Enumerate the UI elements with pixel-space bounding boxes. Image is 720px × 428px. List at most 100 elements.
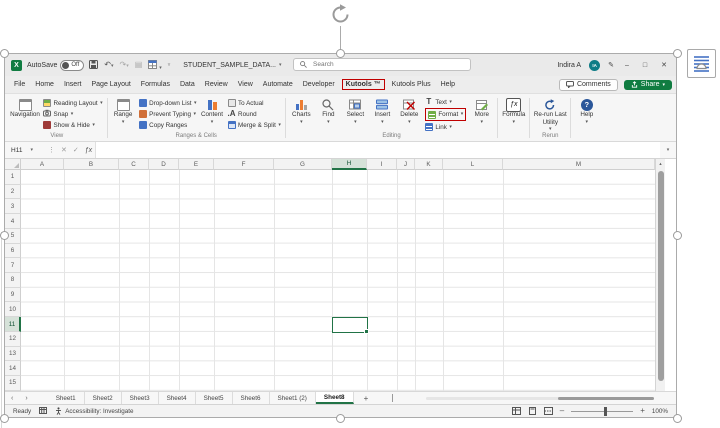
format-button[interactable]: Format [424, 108, 467, 121]
sheet-tab-sheet1[interactable]: Sheet1 [48, 392, 85, 404]
sheet-tab-sheet5[interactable]: Sheet5 [196, 392, 233, 404]
column-header-i[interactable]: I [367, 159, 397, 170]
row-header-10[interactable]: 10 [5, 302, 21, 318]
selection-handle-e[interactable] [672, 231, 682, 240]
column-header-g[interactable]: G [274, 159, 332, 170]
row-header-7[interactable]: 7 [5, 258, 21, 274]
close-button[interactable]: ✕ [658, 61, 670, 69]
formula-bar-expand-icon[interactable]: ▾ [660, 147, 676, 153]
page-break-view-icon[interactable] [543, 407, 553, 416]
ribbon-tab-automate[interactable]: Automate [258, 79, 298, 90]
range-button[interactable]: Range [110, 95, 137, 125]
fill-handle[interactable] [363, 328, 369, 334]
table-style-button[interactable]: ▾ [148, 59, 162, 71]
more-button[interactable]: More [468, 95, 495, 125]
sheet-tab-sheet3[interactable]: Sheet3 [122, 392, 159, 404]
horizontal-scrollbar-thumb[interactable] [558, 397, 654, 400]
document-title[interactable]: STUDENT_SAMPLE_DATA... ▾ [183, 62, 281, 69]
selection-handle-s[interactable] [336, 413, 345, 423]
ribbon-tab-view[interactable]: View [233, 79, 258, 90]
column-header-c[interactable]: C [119, 159, 149, 170]
selection-handle-sw[interactable] [0, 413, 9, 423]
macro-record-icon[interactable] [39, 406, 48, 416]
zoom-in-button[interactable]: + [640, 407, 645, 415]
redo-button[interactable]: ↷▾ [119, 61, 128, 70]
sheet-tab-sheet2[interactable]: Sheet2 [85, 392, 122, 404]
page-layout-view-icon[interactable] [528, 407, 537, 416]
sheet-tab-sheet4[interactable]: Sheet4 [159, 392, 196, 404]
sheet-tab-sheet1-2[interactable]: Sheet1 (2) [270, 392, 316, 404]
selection-handle-n[interactable] [336, 48, 345, 58]
column-header-l[interactable]: L [443, 159, 503, 170]
text-button[interactable]: T Text [425, 97, 466, 107]
normal-view-icon[interactable] [511, 407, 521, 416]
row-header-6[interactable]: 6 [5, 243, 21, 259]
link-button[interactable]: Link [424, 122, 466, 132]
insert-function-icon[interactable]: ƒx [82, 147, 95, 154]
qat-overflow-button[interactable]: ▿ [168, 62, 171, 68]
user-avatar[interactable]: IA [589, 59, 601, 71]
tab-scrollbar-splitter[interactable] [392, 394, 394, 402]
ribbon-tab-file[interactable]: File [9, 79, 30, 90]
new-sheet-button[interactable]: + [354, 394, 379, 403]
row-header-8[interactable]: 8 [5, 273, 21, 288]
active-cell-h11[interactable] [331, 316, 369, 334]
grid-body[interactable] [21, 170, 655, 391]
cancel-entry-icon[interactable]: ✕ [58, 146, 70, 154]
ribbon-tab-developer[interactable]: Developer [298, 79, 340, 90]
select-all-corner[interactable] [5, 159, 21, 170]
column-header-a[interactable]: A [21, 159, 64, 170]
ribbon-tab-data[interactable]: Data [175, 79, 200, 90]
confirm-entry-icon[interactable]: ✓ [70, 146, 82, 154]
ribbon-tab-help[interactable]: Help [436, 79, 460, 90]
sheet-tab-sheet8[interactable]: Sheet8 [315, 392, 354, 404]
row-header-11[interactable]: 11 [5, 317, 21, 332]
to-actual-button[interactable]: To Actual [227, 98, 281, 108]
column-header-e[interactable]: E [179, 159, 214, 170]
scroll-up-icon[interactable]: ▲ [656, 159, 665, 169]
zoom-level[interactable]: 100% [652, 408, 668, 415]
find-button[interactable]: Find [315, 95, 342, 125]
round-button[interactable]: .A Round [228, 109, 281, 119]
save-button[interactable] [89, 59, 99, 71]
minimize-button[interactable]: – [622, 62, 632, 69]
show-hide-button[interactable]: Show & Hide [43, 120, 103, 130]
row-header-12[interactable]: 12 [5, 331, 21, 347]
row-header-1[interactable]: 1 [5, 170, 21, 185]
merge-split-button[interactable]: Merge & Split [227, 120, 281, 130]
delete-button[interactable]: Delete [396, 95, 423, 125]
row-header-14[interactable]: 14 [5, 361, 21, 377]
column-header-d[interactable]: D [149, 159, 179, 170]
navigation-button[interactable]: Navigation [9, 95, 41, 119]
share-button[interactable]: Share ▾ [623, 79, 672, 90]
row-header-9[interactable]: 9 [5, 287, 21, 303]
rerun-last-utility-button[interactable]: Re-run Last Utility [532, 95, 568, 132]
drop-down-list-button[interactable]: Drop-down List [138, 98, 197, 108]
column-header-j[interactable]: J [397, 159, 415, 170]
user-name[interactable]: Indira A [557, 62, 581, 69]
row-header-4[interactable]: 4 [5, 214, 21, 229]
rotation-handle-icon[interactable] [330, 4, 351, 25]
zoom-out-button[interactable]: – [560, 407, 564, 415]
pen-icon[interactable]: ✎ [608, 61, 614, 69]
reading-layout-button[interactable]: Reading Layout [43, 98, 103, 108]
select-button[interactable]: Select [342, 95, 369, 125]
undo-button[interactable]: ↶▾ [104, 61, 113, 70]
autosave-toggle[interactable]: AutoSave Off [27, 59, 85, 71]
charts-button[interactable]: Charts [288, 95, 315, 125]
column-header-m[interactable]: M [503, 159, 655, 170]
selection-handle-nw[interactable] [0, 48, 9, 58]
help-button[interactable]: ? Help [573, 95, 600, 125]
row-header-3[interactable]: 3 [5, 199, 21, 215]
maximize-button[interactable]: □ [640, 62, 650, 69]
insert-button[interactable]: Insert [369, 95, 396, 125]
ribbon-tab-kutools-plus[interactable]: Kutools Plus [387, 79, 436, 90]
horizontal-scrollbar[interactable] [426, 397, 654, 400]
ribbon-tab-kutools[interactable]: Kutools ™ [341, 79, 385, 90]
search-input[interactable] [311, 60, 435, 69]
ribbon-tab-page-layout[interactable]: Page Layout [86, 79, 135, 90]
sheet-nav-left-icon[interactable]: ‹ [5, 395, 19, 402]
ribbon-tab-home[interactable]: Home [30, 79, 59, 90]
zoom-slider[interactable] [571, 406, 634, 416]
print-preview-button[interactable]: ▤ [135, 61, 143, 69]
